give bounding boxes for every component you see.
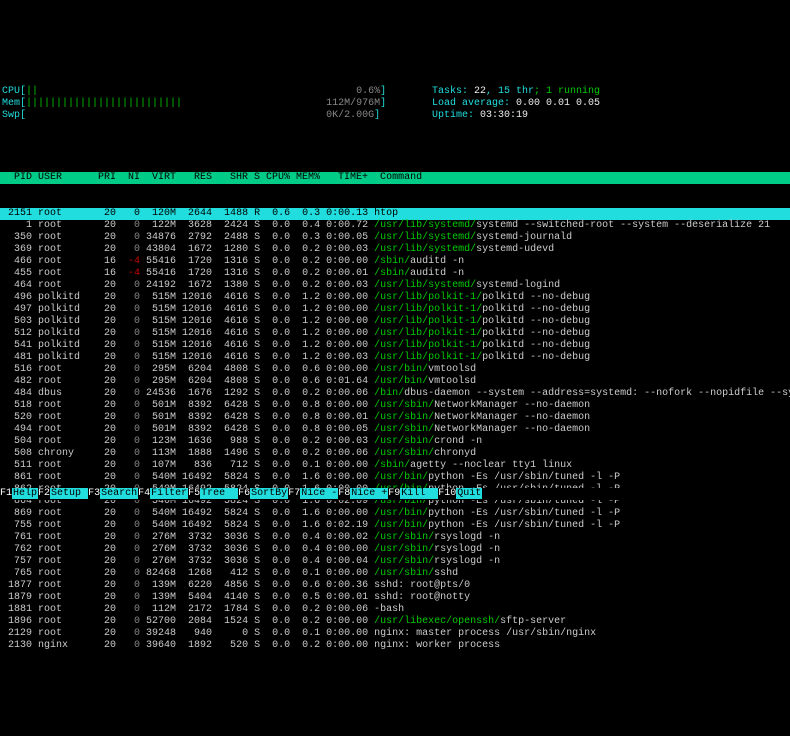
process-row[interactable]: 508 chrony 20 0 113M 1888 1496 S 0.0 0.2… [0, 448, 790, 460]
process-row[interactable]: 1881 root 20 0 112M 2172 1784 S 0.0 0.2 … [0, 604, 790, 616]
process-row[interactable]: 1896 root 20 0 52700 2084 1524 S 0.0 0.2… [0, 616, 790, 628]
process-row[interactable]: 1877 root 20 0 139M 6220 4856 S 0.0 0.6 … [0, 580, 790, 592]
process-row[interactable]: 518 root 20 0 501M 8392 6428 S 0.0 0.8 0… [0, 400, 790, 412]
process-row[interactable]: 503 polkitd 20 0 515M 12016 4616 S 0.0 1… [0, 316, 790, 328]
process-row[interactable]: 350 root 20 0 34876 2792 2488 S 0.0 0.3 … [0, 232, 790, 244]
process-row[interactable]: 497 polkitd 20 0 515M 12016 4616 S 0.0 1… [0, 304, 790, 316]
task-count: 22 [474, 86, 486, 97]
meters-panel: CPU[|| 0.6%] Mem[|||||||||||||||||||||||… [0, 48, 790, 148]
fkey-F2[interactable]: F2 [38, 488, 50, 499]
fkey-F7[interactable]: F7 [288, 488, 300, 499]
fkey-F3[interactable]: F3 [88, 488, 100, 499]
process-row[interactable]: 541 polkitd 20 0 515M 12016 4616 S 0.0 1… [0, 340, 790, 352]
process-row[interactable]: 761 root 20 0 276M 3732 3036 S 0.0 0.4 0… [0, 532, 790, 544]
mem-label: Mem [2, 98, 20, 109]
fkey-F10[interactable]: F10 [438, 488, 456, 499]
fkey-F6[interactable]: F6 [238, 488, 250, 499]
function-keys[interactable]: F1HelpF2Setup F3SearchF4FilterF5Tree F6S… [0, 488, 790, 500]
process-row[interactable]: 466 root 16 -4 55416 1720 1316 S 0.0 0.2… [0, 256, 790, 268]
process-row[interactable]: 2151 root 20 0 120M 2644 1488 R 0.6 0.3 … [0, 208, 790, 220]
fkey-F1[interactable]: F1 [0, 488, 12, 499]
stats-panel: Tasks: 22, 15 thr; 1 running Load averag… [432, 74, 600, 134]
process-row[interactable]: 496 polkitd 20 0 515M 12016 4616 S 0.0 1… [0, 292, 790, 304]
uptime: 03:30:19 [480, 110, 528, 121]
process-row[interactable]: 762 root 20 0 276M 3732 3036 S 0.0 0.4 0… [0, 544, 790, 556]
mem-value: 112M/976M [326, 98, 380, 109]
process-row[interactable]: 494 root 20 0 501M 8392 6428 S 0.0 0.8 0… [0, 424, 790, 436]
process-row[interactable]: 512 polkitd 20 0 515M 12016 4616 S 0.0 1… [0, 328, 790, 340]
fkey-F9[interactable]: F9 [388, 488, 400, 499]
process-row[interactable]: 757 root 20 0 276M 3732 3036 S 0.0 0.4 0… [0, 556, 790, 568]
process-row[interactable]: 481 polkitd 20 0 515M 12016 4616 S 0.0 1… [0, 352, 790, 364]
process-row[interactable]: 1 root 20 0 122M 3628 2424 S 0.0 0.4 0:0… [0, 220, 790, 232]
process-row[interactable]: 869 root 20 0 540M 16492 5824 S 0.0 1.6 … [0, 508, 790, 520]
fkey-F8[interactable]: F8 [338, 488, 350, 499]
fkey-F5[interactable]: F5 [188, 488, 200, 499]
process-row[interactable]: 755 root 20 0 540M 16492 5824 S 0.0 1.6 … [0, 520, 790, 532]
column-headers[interactable]: PID USER PRI NI VIRT RES SHR S CPU% MEM%… [0, 172, 790, 184]
swp-label: Swp [2, 110, 20, 121]
fkey-F4[interactable]: F4 [138, 488, 150, 499]
process-row[interactable]: 1879 root 20 0 139M 5404 4140 S 0.0 0.5 … [0, 592, 790, 604]
load-average: 0.00 0.01 0.05 [516, 98, 600, 109]
process-list[interactable]: 2151 root 20 0 120M 2644 1488 R 0.6 0.3 … [0, 208, 790, 652]
process-row[interactable]: 765 root 20 0 82468 1268 412 S 0.0 0.1 0… [0, 568, 790, 580]
process-row[interactable]: 482 root 20 0 295M 6204 4808 S 0.0 0.6 0… [0, 376, 790, 388]
process-row[interactable]: 504 root 20 0 123M 1636 988 S 0.0 0.2 0:… [0, 436, 790, 448]
process-row[interactable]: 464 root 20 0 24192 1672 1380 S 0.0 0.2 … [0, 280, 790, 292]
process-row[interactable]: 520 root 20 0 501M 8392 6428 S 0.0 0.8 0… [0, 412, 790, 424]
process-row[interactable]: 2130 nginx 20 0 39640 1892 520 S 0.0 0.2… [0, 640, 790, 652]
cpu-value: 0.6% [356, 86, 380, 97]
process-row[interactable]: 455 root 16 -4 55416 1720 1316 S 0.0 0.2… [0, 268, 790, 280]
process-row[interactable]: 516 root 20 0 295M 6204 4808 S 0.0 0.6 0… [0, 364, 790, 376]
process-row[interactable]: 2129 root 20 0 39248 940 0 S 0.0 0.1 0:0… [0, 628, 790, 640]
process-row[interactable]: 369 root 20 0 43804 1672 1280 S 0.0 0.2 … [0, 244, 790, 256]
swp-value: 0K/2.00G [326, 110, 374, 121]
cpu-label: CPU [2, 86, 20, 97]
process-row[interactable]: 861 root 20 0 540M 16492 5824 S 0.0 1.6 … [0, 472, 790, 484]
process-row[interactable]: 484 dbus 20 0 24536 1676 1292 S 0.0 0.2 … [0, 388, 790, 400]
process-row[interactable]: 511 root 20 0 107M 836 712 S 0.0 0.1 0:0… [0, 460, 790, 472]
